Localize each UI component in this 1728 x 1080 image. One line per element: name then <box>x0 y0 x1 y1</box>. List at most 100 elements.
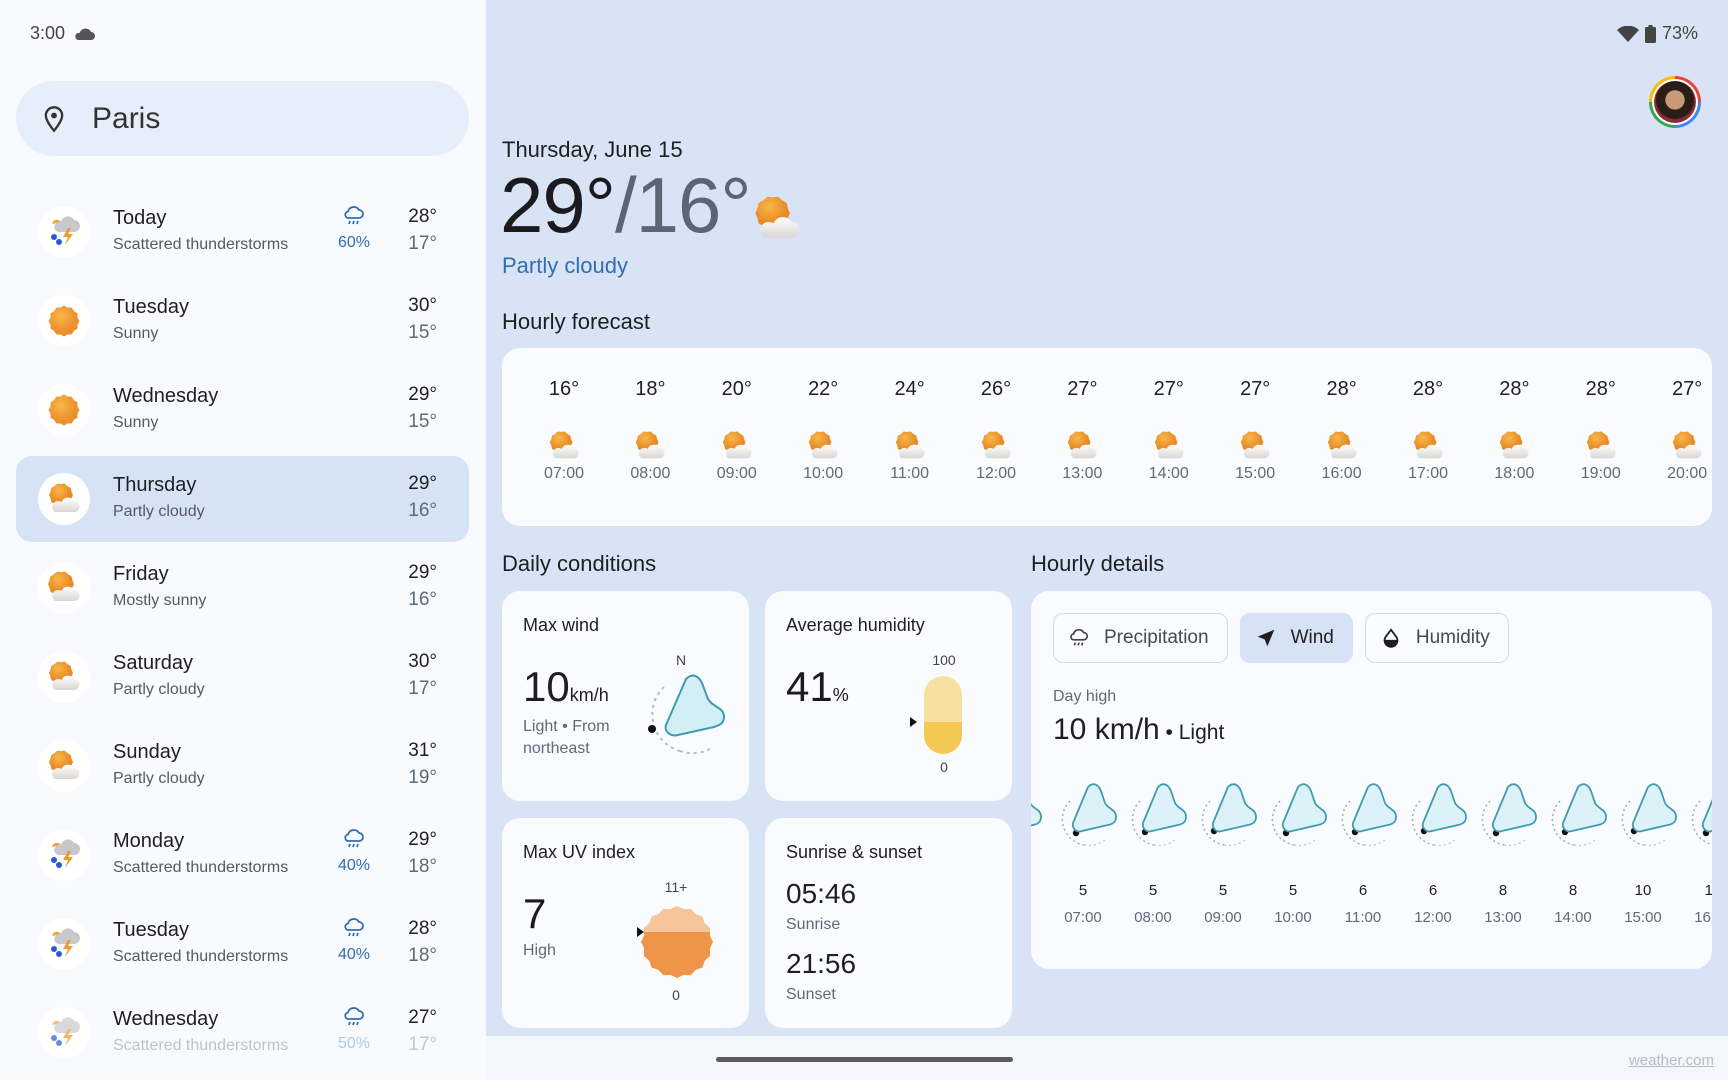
partly-cloudy-icon <box>805 429 841 461</box>
uv-gauge <box>641 906 713 978</box>
wind-direction-icon <box>1118 783 1188 855</box>
max-wind-card[interactable]: Max wind 10km/h Light • From northeast N <box>502 591 749 801</box>
day-name: Thursday <box>113 474 197 496</box>
hour-time: 15:00 <box>1235 465 1276 482</box>
partly-cloudy-icon <box>1410 429 1446 461</box>
hour-temp: 28° <box>1412 378 1444 400</box>
day-low: 16° <box>408 589 437 610</box>
location-pin-icon <box>44 105 64 132</box>
day-row[interactable]: Thursday Partly cloudy 29° 16° <box>16 456 469 542</box>
hour-temp: 27° <box>1153 378 1184 400</box>
temperature-summary: 29°/16° <box>500 166 752 244</box>
hour-item: 27° 14:00 <box>1126 348 1212 483</box>
day-name: Tuesday <box>113 296 189 318</box>
day-high: 28° <box>408 918 437 939</box>
hour-time: 08:00 <box>630 465 671 482</box>
day-row[interactable]: Wednesday Sunny 29° 15° <box>16 367 469 453</box>
daily-conditions-title: Daily conditions <box>502 551 657 576</box>
wind-value: 10km/h <box>523 663 609 710</box>
partly-cloudy-icon <box>1324 429 1360 461</box>
precipitation-chance: 40% <box>334 828 374 875</box>
day-row[interactable]: Wednesday Scattered thunderstorms 50% 27°… <box>16 990 469 1076</box>
wind-description: Light • From northeast <box>523 718 610 757</box>
hour-time: 11:00 <box>890 465 930 482</box>
uv-index-card[interactable]: Max UV index 7 High 11+ 0 <box>502 818 749 1028</box>
partly-cloudy-icon <box>38 473 90 525</box>
hour-item: 27° 15:00 <box>1212 348 1298 483</box>
hourly-forecast-card[interactable]: 16° 07:00 18° 08:00 20° 09:00 22° 10:00 24° … <box>502 348 1712 526</box>
humidity-value: 41% <box>786 663 849 710</box>
partly-cloudy-icon <box>755 196 800 238</box>
hourly-details-card: Precipitation Wind Humidity Day high 10 … <box>1031 591 1712 969</box>
hour-temp: 28° <box>1499 378 1530 400</box>
precipitation-percent: 60% <box>337 234 371 251</box>
wind-speed: 6 <box>1358 882 1368 899</box>
day-row[interactable]: Tuesday Scattered thunderstorms 40% 28° 1… <box>16 901 469 987</box>
hour-item: 27° 20:00 <box>1644 348 1712 483</box>
day-high: 30° <box>408 295 437 316</box>
partly-cloudy-icon <box>38 740 90 792</box>
hour-time: 20:00 <box>1667 465 1708 482</box>
partly-cloudy-icon <box>978 429 1014 461</box>
hourly-forecast-title: Hourly forecast <box>502 309 650 334</box>
location-name: Paris <box>92 101 161 135</box>
home-indicator[interactable] <box>716 1057 1013 1062</box>
partly-cloudy-icon <box>1064 429 1100 461</box>
day-name: Wednesday <box>113 385 219 407</box>
day-condition: Sunny <box>113 414 159 431</box>
humidity-scale-max: 100 <box>932 652 956 668</box>
day-condition: Scattered thunderstorms <box>113 1037 289 1054</box>
humidity-marker-icon <box>910 717 917 728</box>
hour-temp: 27° <box>1240 378 1271 400</box>
account-avatar[interactable] <box>1649 76 1701 128</box>
day-row[interactable]: Tuesday Sunny 30° 15° <box>16 278 469 364</box>
hour-temp: 18° <box>635 378 666 400</box>
day-condition: Scattered thunderstorms <box>113 948 289 965</box>
hour-time: 17:00 <box>1407 465 1449 482</box>
wind-direction-icon <box>648 674 725 755</box>
day-row[interactable]: Monday Scattered thunderstorms 40% 29° 18… <box>16 812 469 898</box>
day-high: 29° <box>408 473 437 494</box>
wind-direction-icon <box>1258 783 1328 855</box>
location-search[interactable]: Paris <box>16 81 469 156</box>
wind-hour-item <box>1031 591 1043 856</box>
day-high: 27° <box>408 1007 437 1028</box>
partly-cloudy-icon <box>546 429 582 461</box>
partly-cloudy-icon <box>1583 429 1619 461</box>
wind-hour-item: 6 12:00 <box>1398 591 1468 926</box>
wind-speed: 5 <box>1218 882 1228 899</box>
day-condition: Partly cloudy <box>113 770 205 787</box>
partly-cloudy-icon <box>1151 429 1187 461</box>
hour-time: 14:00 <box>1148 465 1189 482</box>
humidity-gauge <box>924 676 962 754</box>
wind-hour-item: 5 07:00 <box>1048 591 1118 926</box>
hour-time: 09:00 <box>716 465 757 482</box>
thunderstorm-icon <box>38 829 90 881</box>
card-title: Average humidity <box>786 615 925 635</box>
wind-time: 09:00 <box>1204 909 1242 926</box>
wind-time: 16:00 <box>1694 909 1712 926</box>
hour-item: 28° 19:00 <box>1558 348 1644 483</box>
day-name: Tuesday <box>113 919 189 941</box>
day-low: 17° <box>408 1034 437 1055</box>
watermark: weather.com <box>1628 1052 1714 1069</box>
hour-item: 28° 17:00 <box>1385 348 1471 483</box>
day-name: Today <box>113 207 167 229</box>
day-row[interactable]: Friday Mostly sunny 29° 16° <box>16 545 469 631</box>
day-row[interactable]: Today Scattered thunderstorms 60% 28° 17° <box>16 189 469 275</box>
day-row[interactable]: Saturday Partly cloudy 30° 17° <box>16 634 469 720</box>
wind-time: 15:00 <box>1624 909 1662 926</box>
hour-temp: 24° <box>894 378 925 400</box>
sunrise-sunset-card[interactable]: Sunrise & sunset 05:46 Sunrise 21:56 Sun… <box>765 818 1012 1028</box>
partly-cloudy-icon <box>1237 429 1273 461</box>
humidity-card[interactable]: Average humidity 41% 100 0 <box>765 591 1012 801</box>
day-high: 29° <box>408 829 437 850</box>
wifi-icon <box>1616 25 1639 42</box>
day-row[interactable]: Sunday Partly cloudy 31° 19° <box>16 723 469 809</box>
wind-direction-icon <box>1398 783 1468 855</box>
wind-time: 07:00 <box>1064 909 1102 926</box>
compass-north-label: N <box>675 652 687 668</box>
uv-marker-icon <box>637 926 644 937</box>
humidity-gauge-fill <box>924 722 962 754</box>
wind-direction-icon <box>1608 783 1678 855</box>
